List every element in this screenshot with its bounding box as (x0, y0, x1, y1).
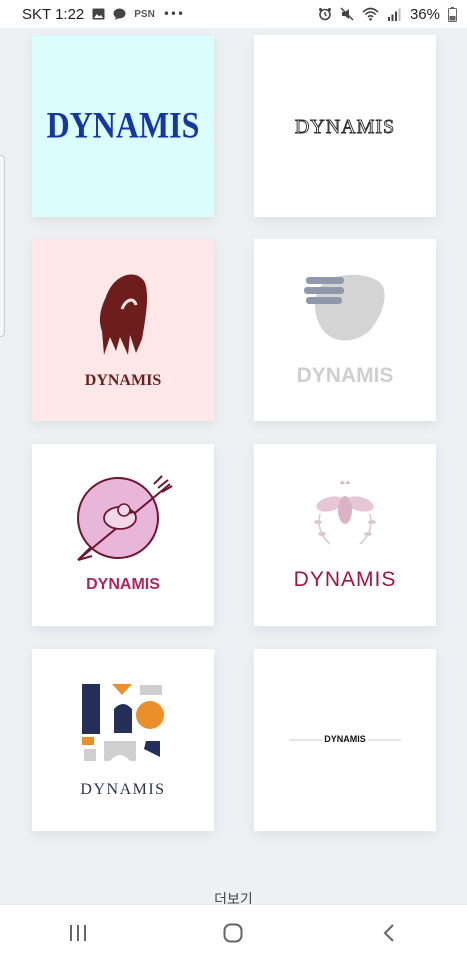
logo-minimal-line: DYNAMIS (289, 732, 401, 746)
psn-label: PSN (134, 8, 155, 20)
grunge-blob (314, 274, 385, 341)
status-right: 36% (318, 6, 457, 23)
battery-percent: 36% (409, 5, 440, 23)
alarm-icon (318, 8, 331, 21)
logo-geometric-shapes: DYNAMIS (80, 684, 165, 798)
status-bar: SKT 1:22 PSN ••• 36% (0, 0, 467, 28)
logo-text: DYNAMIS (80, 781, 165, 798)
signal-icon (387, 8, 401, 21)
logo-text: DYNAMIS (297, 364, 394, 387)
logo-card-7[interactable]: DYNAMIS (32, 649, 214, 831)
logo-grunge-blob: DYNAMIS (297, 274, 394, 387)
wifi-icon (362, 7, 379, 21)
logo-text: DYNAMIS (324, 734, 366, 744)
chat-bubble-icon (113, 8, 126, 20)
more-dots: ••• (162, 7, 185, 21)
image-icon (92, 8, 105, 20)
logo-text: DYNAMIS (85, 372, 162, 389)
back-icon (383, 923, 394, 942)
edge-panel-handle[interactable] (0, 155, 5, 337)
logo-text: DYNAMIS (294, 568, 397, 591)
stripe-mark (304, 277, 344, 304)
logo-brush-stroke: DYNAMIS (85, 274, 162, 389)
recent-apps-button[interactable] (48, 913, 108, 953)
back-button[interactable] (359, 913, 419, 953)
home-icon (223, 923, 243, 942)
home-button[interactable] (203, 913, 263, 953)
logo-card-4[interactable]: DYNAMIS (254, 239, 436, 421)
logo-text: DYNAMIS (295, 116, 395, 138)
logo-card-6[interactable]: DYNAMIS (254, 444, 436, 626)
mute-icon (340, 7, 354, 21)
logo-outlined-serif: DYNAMIS (294, 116, 395, 139)
recent-apps-icon (69, 924, 86, 941)
logo-card-8[interactable]: DYNAMIS (254, 649, 436, 831)
logo-bird-arrow-emblem: DYNAMIS (77, 475, 173, 593)
logo-card-2[interactable]: DYNAMIS (254, 35, 436, 217)
logo-blackletter-blue: DYNAMIS (47, 105, 200, 146)
logo-bee-wreath: DYNAMIS (294, 480, 397, 591)
carrier-time: SKT 1:22 (22, 5, 85, 23)
logo-card-3[interactable]: DYNAMIS (32, 239, 214, 421)
battery-icon (448, 6, 457, 22)
navigation-bar (0, 904, 467, 960)
status-left: SKT 1:22 PSN ••• (22, 6, 184, 23)
logo-card-1[interactable]: DYNAMIS (32, 35, 214, 217)
logo-text: DYNAMIS (86, 576, 160, 593)
logo-card-5[interactable]: DYNAMIS (32, 444, 214, 626)
logo-text: DYNAMIS (47, 105, 200, 146)
brush-mark (99, 274, 148, 355)
